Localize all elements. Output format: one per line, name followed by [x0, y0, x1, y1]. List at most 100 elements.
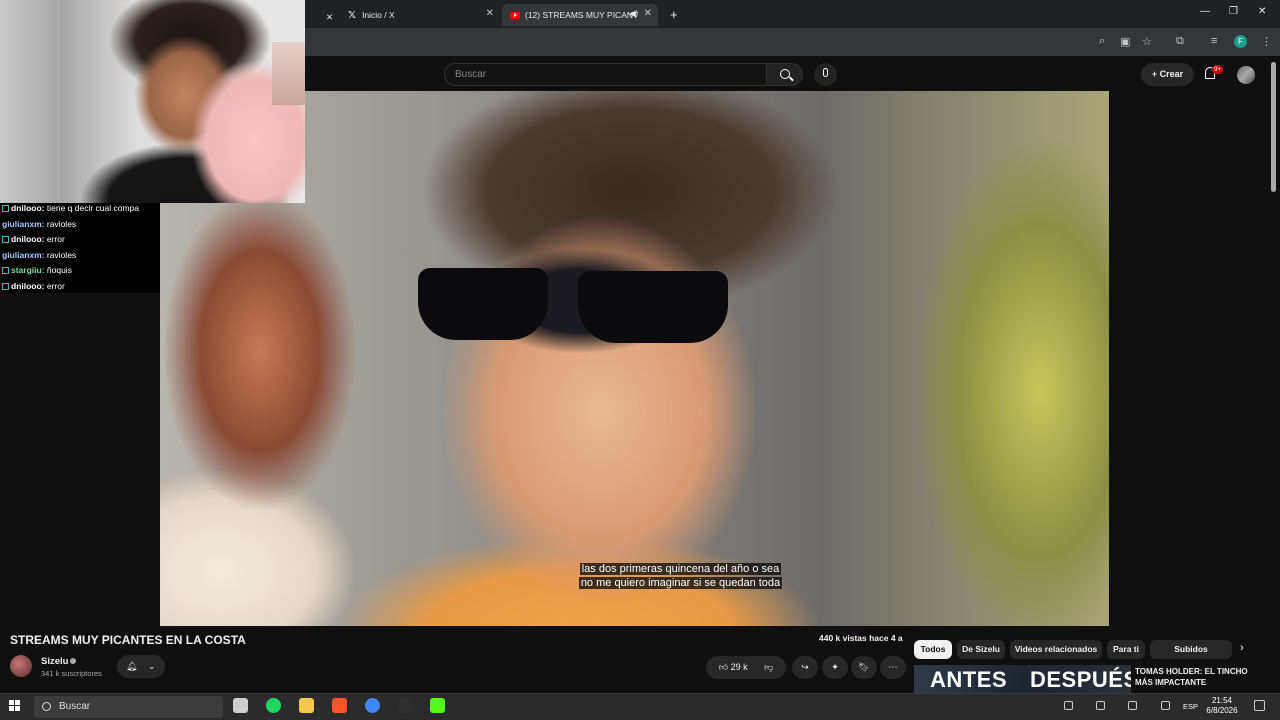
chip-from-channel[interactable]: De Sizelu [957, 640, 1005, 659]
menu-icon[interactable]: ⋮ [1261, 35, 1272, 48]
chat-badge-icon [2, 267, 9, 274]
chat-username: dnilooo: [11, 234, 45, 244]
taskbar-search-input[interactable]: Buscar [34, 696, 223, 718]
tab-label: Inicio / X [362, 10, 395, 20]
chat-badge-icon [2, 282, 9, 290]
chat-message: giulianxm: ravioles [2, 219, 76, 229]
chat-message: stargiiu: ñoquis [2, 265, 72, 275]
taskbar-clock[interactable]: 21:54 6/8/2026 [1203, 696, 1241, 716]
chat-text: ravioles [44, 249, 77, 260]
ask-button[interactable]: ✦ [822, 656, 848, 679]
thumbs-down-icon: 👎︎ [764, 662, 774, 672]
spotify-icon[interactable] [266, 698, 281, 713]
chat-message: dnilooo: error [2, 234, 65, 244]
share-icon: ↪ [801, 662, 809, 672]
minimize-icon[interactable]: — [1200, 6, 1210, 17]
tab-close-icon[interactable]: ✕ [644, 8, 652, 19]
chip-related[interactable]: Videos relacionados [1010, 640, 1102, 659]
clock-date: 6/8/2026 [1206, 706, 1238, 715]
search-button[interactable] [766, 63, 803, 86]
chat-badge-icon [2, 236, 9, 243]
chat-text: tiene q decir cual compa [44, 203, 140, 213]
subscription-bell-button[interactable]: 🔔︎ ⌄ [117, 655, 165, 678]
chat-username: stargiiu: [11, 265, 45, 275]
chip-for-you[interactable]: Para ti [1107, 640, 1145, 659]
notification-count-badge: 9+ [1212, 65, 1224, 74]
channel-avatar[interactable] [10, 655, 32, 677]
media-icon[interactable]: ≡ [1211, 35, 1217, 47]
tab-youtube-video[interactable]: (12) STREAMS MUY PICANT ◀) ✕ [502, 4, 658, 26]
chat-message: dnilooo: error [2, 281, 65, 291]
video-views: 440 k vistas hace 4 a [819, 633, 903, 643]
task-view-icon[interactable] [233, 698, 248, 713]
stream-chat-overlay: dnilooo: tiene q decir cual compa giulian… [0, 203, 160, 293]
chat-username: giulianxm: [2, 218, 45, 229]
chat-text: error [44, 280, 65, 291]
extensions-icon[interactable]: ⧉ [1176, 35, 1184, 48]
video-frame-detail [418, 268, 548, 340]
restore-icon[interactable]: ❐ [1229, 6, 1238, 17]
chat-username: dnilooo: [11, 203, 45, 213]
save-button[interactable]: 🔖︎ [851, 656, 877, 679]
chip-all[interactable]: Todos [914, 640, 952, 659]
subscriber-count: 341 k suscriptores [41, 669, 102, 678]
chat-message: dnilooo: tiene q decir cual compa [2, 203, 139, 213]
chat-text: ñoquis [44, 265, 72, 275]
chat-text: error [44, 234, 65, 244]
like-dislike-button[interactable]: 👍︎ 29 k 👎︎ [706, 656, 786, 679]
share-button[interactable]: ↪ [792, 656, 818, 679]
channel-name[interactable]: Sizelu [41, 656, 68, 667]
chevron-right-icon[interactable]: › [1240, 642, 1244, 654]
tray-pen-icon[interactable] [1161, 701, 1170, 710]
tab-close-icon[interactable]: ✕ [486, 8, 494, 19]
kick-icon[interactable] [430, 698, 445, 713]
tray-cloud-icon[interactable] [1064, 701, 1073, 710]
chat-username: giulianxm: [2, 249, 45, 260]
more-icon: ⋯ [888, 662, 898, 672]
bookmark-icon: 🔖︎ [858, 662, 870, 672]
more-actions-button[interactable]: ⋯ [880, 656, 906, 679]
tray-volume-icon[interactable] [1128, 701, 1137, 710]
thumbs-up-icon: 👍︎ [718, 662, 729, 672]
chip-recently-uploaded[interactable]: Subidos recientemente [1150, 640, 1232, 659]
chat-badge-icon [2, 205, 9, 212]
voice-search-button[interactable] [814, 63, 837, 86]
create-button[interactable]: + Crear [1141, 63, 1194, 86]
chat-text: ravioles [44, 218, 77, 229]
x-logo-icon: 𝕏 [348, 9, 357, 21]
cast-icon[interactable]: ▣ [1120, 35, 1130, 48]
zoom-icon[interactable]: ⌕ [1099, 35, 1105, 48]
like-count: 29 k [730, 662, 748, 672]
tray-network-icon[interactable] [1096, 701, 1105, 710]
recommended-video-title[interactable]: TOMAS HOLDER: EL TINCHO MÁS IMPACTANTE [1135, 666, 1265, 688]
mic-icon [823, 68, 828, 77]
chevron-down-icon: ⌄ [147, 661, 156, 671]
file-explorer-icon[interactable] [299, 698, 314, 713]
obs-icon[interactable] [397, 698, 412, 713]
thumbnail-text: ANTES [930, 667, 1008, 692]
windows-start-icon[interactable] [9, 700, 21, 712]
streamer-webcam-overlay [0, 0, 305, 203]
video-subtitles: las dos primeras quincena del año o sea … [571, 562, 790, 590]
page-scrollbar[interactable] [1271, 62, 1276, 192]
bell-icon: 🔔︎ [126, 661, 138, 671]
chrome-icon[interactable] [365, 698, 380, 713]
search-input[interactable]: Buscar [444, 63, 767, 86]
close-window-icon[interactable]: ✕ [1258, 6, 1266, 17]
browser-profile-avatar[interactable]: F [1234, 35, 1247, 48]
subtitle-line: no me quiero imaginar si se quedan toda [578, 577, 783, 589]
new-tab-button[interactable]: + [662, 3, 686, 25]
tab-x-home[interactable]: 𝕏 Inicio / X ✕ [340, 4, 500, 26]
brave-icon[interactable] [332, 698, 347, 713]
recommended-video-thumbnail[interactable]: ANTES DESPUÉS [914, 665, 1131, 693]
star-icon[interactable]: ☆ [1142, 35, 1152, 48]
verified-icon [70, 658, 76, 664]
previous-tab-close-icon[interactable]: ✕ [318, 6, 341, 28]
notification-center-icon[interactable] [1254, 700, 1265, 711]
keyboard-language[interactable]: ESP [1183, 702, 1198, 711]
youtube-logo-icon [510, 11, 520, 19]
account-avatar[interactable] [1237, 66, 1255, 84]
thumbnail-text: DESPUÉS [1030, 667, 1131, 692]
tab-audio-icon[interactable]: ◀) [629, 9, 638, 18]
video-frame-detail [578, 271, 728, 343]
